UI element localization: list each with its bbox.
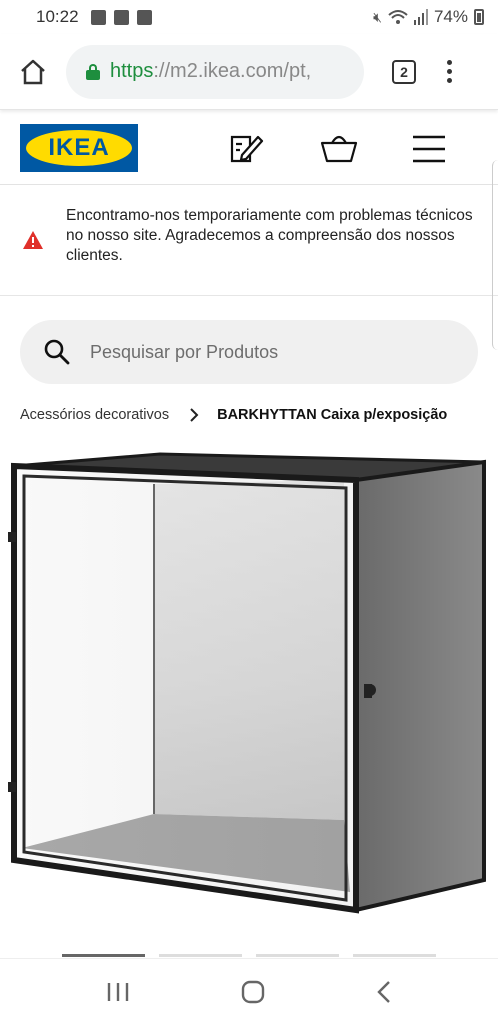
battery-icon: [474, 9, 484, 25]
ikea-logo[interactable]: IKEA: [20, 123, 138, 172]
technical-notice: Encontramo-nos temporariamente com probl…: [0, 186, 498, 296]
carousel-dot[interactable]: [256, 954, 339, 957]
system-icons: 🔇︎ 74%: [373, 7, 484, 27]
logo-text: IKEA: [26, 129, 132, 166]
image-icon: [90, 9, 106, 25]
system-nav-bar: [0, 958, 498, 1024]
notice-text: Encontramo-nos temporariamente com probl…: [66, 207, 473, 264]
image-carousel-indicators: [62, 954, 436, 957]
status-time: 10:22: [36, 7, 79, 26]
chevron-right-icon: [189, 408, 203, 422]
breadcrumb-parent-link[interactable]: Acessórios decorativos: [20, 407, 169, 423]
warning-icon: [23, 231, 43, 249]
tab-switcher-button[interactable]: 2: [392, 59, 416, 84]
home-icon: [21, 59, 45, 84]
breadcrumb-current: BARKHYTTAN Caixa p/exposição: [217, 407, 448, 423]
lock-icon: [86, 63, 100, 80]
product-search[interactable]: Pesquisar por Produtos: [20, 320, 478, 384]
carousel-dot[interactable]: [353, 954, 436, 957]
status-bar: 10:22 🔇︎ 74%: [0, 0, 498, 34]
shopping-list-icon[interactable]: [228, 131, 264, 170]
battery-level: 74%: [433, 7, 468, 26]
carousel-dot[interactable]: [62, 954, 145, 957]
search-icon: [44, 339, 70, 365]
facebook-icon: [113, 9, 129, 25]
site-header: IKEA: [0, 111, 498, 185]
home-nav-icon[interactable]: [241, 980, 265, 1004]
mute-icon: 🔇︎: [373, 8, 382, 25]
signal-icon: [413, 9, 428, 25]
recent-apps-icon[interactable]: [106, 981, 130, 1003]
product-image[interactable]: [0, 440, 498, 950]
notification-icons: [90, 9, 152, 25]
breadcrumb: Acessórios decorativos BARKHYTTAN Caixa …: [20, 404, 490, 426]
url-text: https://m2.ikea.com/pt,: [110, 60, 311, 83]
hamburger-menu-icon[interactable]: [412, 135, 446, 168]
back-icon[interactable]: [376, 980, 392, 1004]
wifi-icon: [388, 10, 408, 24]
browser-menu-button[interactable]: [446, 60, 452, 83]
browser-toolbar: https://m2.ikea.com/pt, 2: [0, 34, 498, 110]
url-rest: ://m2.ikea.com/pt,: [153, 60, 312, 82]
home-button[interactable]: [0, 34, 66, 110]
scrollbar[interactable]: [492, 160, 498, 350]
url-field[interactable]: https://m2.ikea.com/pt,: [66, 44, 364, 99]
search-input[interactable]: Pesquisar por Produtos: [90, 342, 278, 363]
url-scheme: https: [110, 60, 154, 82]
checkbox-icon: [136, 9, 152, 25]
basket-icon[interactable]: [320, 131, 358, 170]
carousel-dot[interactable]: [159, 954, 242, 957]
